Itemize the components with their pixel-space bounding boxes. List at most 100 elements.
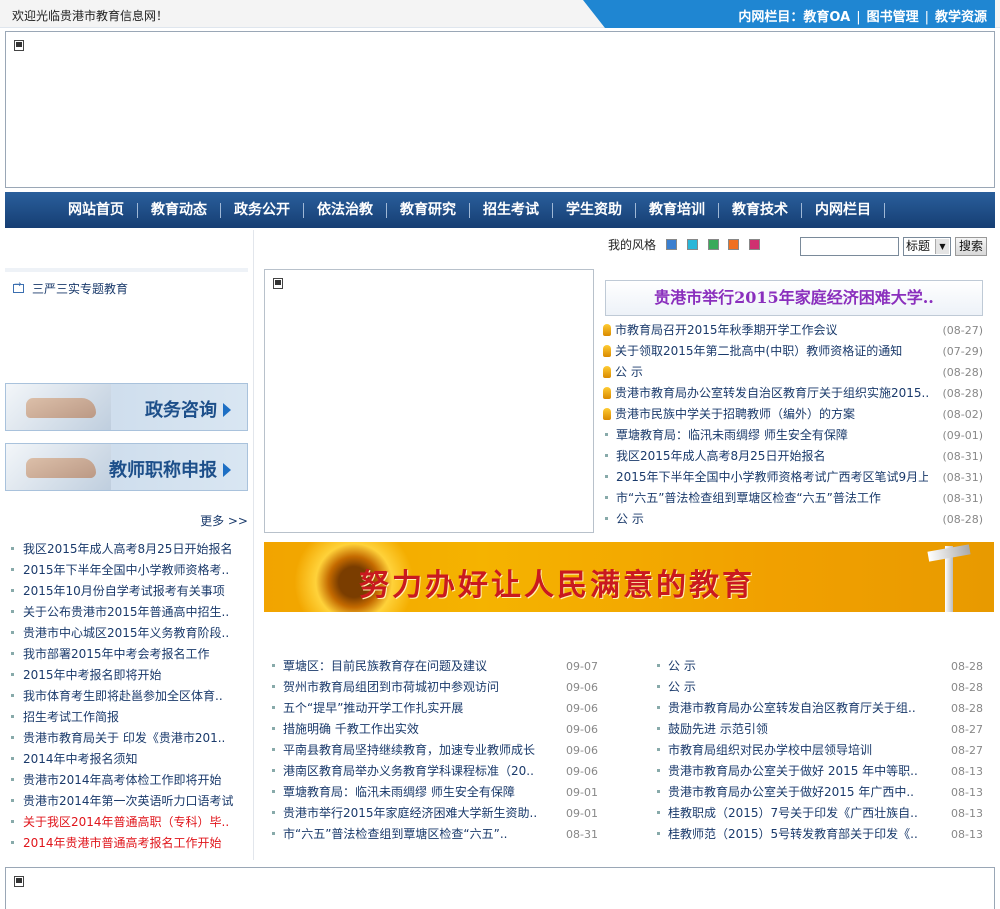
list-item[interactable]: 贵港市教育局办公室转发自治区教育厅关于组.. 08-28 (655, 698, 983, 719)
list-item[interactable]: 贵港市举行2015年家庭经济困难大学新生资助.. 09-01 (270, 803, 598, 824)
news-item[interactable]: 贵港市教育局办公室转发自治区教育厅关于组织实施2015.. (08-28) (603, 383, 983, 404)
library-link[interactable]: 图书管理 (867, 10, 919, 25)
news-item[interactable]: 市“六五”普法检查组到覃塘区检查“六五”普法工作 (08-31) (603, 488, 983, 509)
style-selector: 我的风格 (608, 236, 761, 253)
more-link[interactable]: 更多 >> (200, 512, 248, 529)
nav-government-affairs[interactable]: 政务公开 (221, 202, 304, 218)
list-item[interactable]: 贵港市教育局办公室关于做好 2015 年中等职.. 08-13 (655, 761, 983, 782)
divider (5, 268, 248, 272)
list-item[interactable]: 2015年10月份自学考试报考有关事项 (11, 581, 248, 602)
search-field-select[interactable]: 标题 ▼ (903, 237, 951, 256)
search-input[interactable] (800, 237, 899, 256)
list-item[interactable]: 覃塘教育局：临汛未雨绸缪 师生安全有保障 09-01 (270, 782, 598, 803)
style-swatch-pink[interactable] (749, 239, 761, 250)
intranet-links-tab: 内网栏目：教育OA | 图书管理 | 教学资源 (583, 0, 995, 28)
education-news-list: 覃塘区：目前民族教育存在问题及建议 09-07 贺州市教育局组团到市荷城初中参观访… (270, 656, 598, 845)
list-item[interactable]: 贵港市教育局关于 印发《贵港市201.. (11, 728, 248, 749)
special-topic-link[interactable]: 三严三实专题教育 (13, 280, 128, 297)
news-item[interactable]: 2015年下半年全国中小学教师资格考试广西考区笔试9月上.. (08-31) (603, 467, 983, 488)
search-bar: 标题 ▼ 搜索 (800, 237, 987, 256)
photo-news-slot[interactable] (264, 269, 594, 533)
medal-icon (603, 324, 611, 336)
nav-law-education[interactable]: 依法治教 (304, 202, 387, 218)
list-item[interactable]: 招生考试工作简报 (11, 707, 248, 728)
news-item[interactable]: 我区2015年成人高考8月25日开始报名 (08-31) (603, 446, 983, 467)
headline-news[interactable]: 贵港市举行2015年家庭经济困难大学.. (605, 280, 983, 316)
nav-education-research[interactable]: 教育研究 (387, 202, 470, 218)
list-item[interactable]: 我区2015年成人高考8月25日开始报名 (11, 539, 248, 560)
nav-intranet[interactable]: 内网栏目 (802, 202, 885, 218)
list-item[interactable]: 港南区教育局举办义务教育学科课程标准（20.. 09-06 (270, 761, 598, 782)
play-arrow-icon (223, 403, 231, 417)
list-item[interactable]: 桂教师范（2015）5号转发教育部关于印发《.. 08-13 (655, 824, 983, 845)
list-item[interactable]: 桂教职成（2015）7号关于印发《广西壮族自.. 08-13 (655, 803, 983, 824)
list-item[interactable]: 贵港市教育局办公室关于做好2015 年广西中.. 08-13 (655, 782, 983, 803)
list-item[interactable]: 贵港市中心城区2015年义务教育阶段.. (11, 623, 248, 644)
list-item[interactable]: 五个“提早”推动开学工作扎实开展 09-06 (270, 698, 598, 719)
nav-home[interactable]: 网站首页 (55, 202, 138, 218)
teacher-title-banner[interactable]: 教师职称申报 (5, 443, 248, 491)
medal-icon (603, 366, 611, 378)
huabiao-monument-image (920, 542, 978, 612)
list-item[interactable]: 2014年贵港市普通高考报名工作开始 (11, 833, 248, 854)
style-swatch-blue[interactable] (665, 239, 677, 250)
nav-student-aid[interactable]: 学生资助 (553, 202, 636, 218)
nav-training[interactable]: 教育培训 (636, 202, 719, 218)
list-item[interactable]: 公 示 08-28 (655, 656, 983, 677)
column-divider (253, 230, 254, 860)
government-consult-label: 政务咨询 (145, 400, 217, 421)
list-item[interactable]: 2014年中考报名须知 (11, 749, 248, 770)
news-item[interactable]: 关于领取2015年第二批高中(中职）教师资格证的通知 (07-29) (603, 341, 983, 362)
list-item[interactable]: 公 示 08-28 (655, 677, 983, 698)
play-arrow-icon (223, 463, 231, 477)
list-item[interactable]: 2015年下半年全国中小学教师资格考.. (11, 560, 248, 581)
main-nav: 网站首页 教育动态 政务公开 依法治教 教育研究 招生考试 学生资助 教育培训 … (5, 192, 995, 228)
teacher-title-label: 教师职称申报 (109, 460, 217, 481)
style-swatch-cyan[interactable] (686, 239, 698, 250)
list-item[interactable]: 2015年中考报名即将开始 (11, 665, 248, 686)
header-banner (5, 31, 995, 188)
intranet-oa-link[interactable]: 内网栏目：教育OA (738, 10, 850, 25)
list-item[interactable]: 贵港市2014年第一次英语听力口语考试 (11, 791, 248, 812)
list-item[interactable]: 措施明确 千教工作出实效 09-06 (270, 719, 598, 740)
medal-icon (603, 345, 611, 357)
nav-education-news[interactable]: 教育动态 (138, 202, 221, 218)
news-item[interactable]: 覃塘教育局：临汛未雨绸缪 师生安全有保障 (09-01) (603, 425, 983, 446)
news-item[interactable]: 贵港市民族中学关于招聘教师（编外）的方案 (08-02) (603, 404, 983, 425)
news-item[interactable]: 公 示 (08-28) (603, 362, 983, 383)
broken-image-icon (273, 278, 283, 289)
style-swatch-green[interactable] (707, 239, 719, 250)
style-label: 我的风格 (608, 238, 657, 252)
list-item[interactable]: 关于公布贵港市2015年普通高中招生.. (11, 602, 248, 623)
news-item[interactable]: 公 示 (08-28) (603, 509, 983, 530)
government-notices-list: 公 示 08-28 公 示 08-28 贵港市教育局办公室转发自治区教育厅关于组..… (655, 656, 983, 845)
welcome-text: 欢迎光临贵港市教育信息网！ (12, 9, 169, 23)
slogan-banner: 努力办好让人民满意的教育 (264, 542, 994, 612)
nav-technology[interactable]: 教育技术 (719, 202, 802, 218)
keyboard-photo (6, 444, 111, 490)
list-item[interactable]: 市教育局组织对民办学校中层领导培训 08-27 (655, 740, 983, 761)
slogan-text: 努力办好让人民满意的教育 (359, 568, 755, 603)
list-item[interactable]: 我市体育考生即将赴邕参加全区体育.. (11, 686, 248, 707)
teaching-resources-link[interactable]: 教学资源 (935, 10, 987, 25)
medal-icon (603, 387, 611, 399)
list-item[interactable]: 平南县教育局坚持继续教育，加速专业教师成长 09-06 (270, 740, 598, 761)
nav-admissions[interactable]: 招生考试 (470, 202, 553, 218)
list-item[interactable]: 覃塘区：目前民族教育存在问题及建议 09-07 (270, 656, 598, 677)
government-consult-banner[interactable]: 政务咨询 (5, 383, 248, 431)
list-item[interactable]: 贵港市2014年高考体检工作即将开始 (11, 770, 248, 791)
list-item[interactable]: 关于我区2014年普通高职（专科）毕.. (11, 812, 248, 833)
admissions-news-list: 我区2015年成人高考8月25日开始报名 2015年下半年全国中小学教师资格考.… (11, 539, 248, 854)
list-item[interactable]: 市“六五”普法检查组到覃塘区检查“六五”.. 08-31 (270, 824, 598, 845)
broken-image-icon (14, 876, 24, 887)
list-item[interactable]: 鼓励先进 示范引领 08-27 (655, 719, 983, 740)
top-bar: 欢迎光临贵港市教育信息网！ 内网栏目：教育OA | 图书管理 | 教学资源 (0, 0, 1000, 28)
chevron-down-icon: ▼ (935, 239, 949, 254)
search-button[interactable]: 搜索 (955, 237, 987, 256)
list-item[interactable]: 贺州市教育局组团到市荷城初中参观访问 09-06 (270, 677, 598, 698)
news-item[interactable]: 市教育局召开2015年秋季期开学工作会议 (08-27) (603, 320, 983, 341)
list-item[interactable]: 我市部署2015年中考会考报名工作 (11, 644, 248, 665)
medal-icon (603, 408, 611, 420)
style-swatch-orange[interactable] (728, 239, 740, 250)
pen-photo (6, 384, 111, 430)
